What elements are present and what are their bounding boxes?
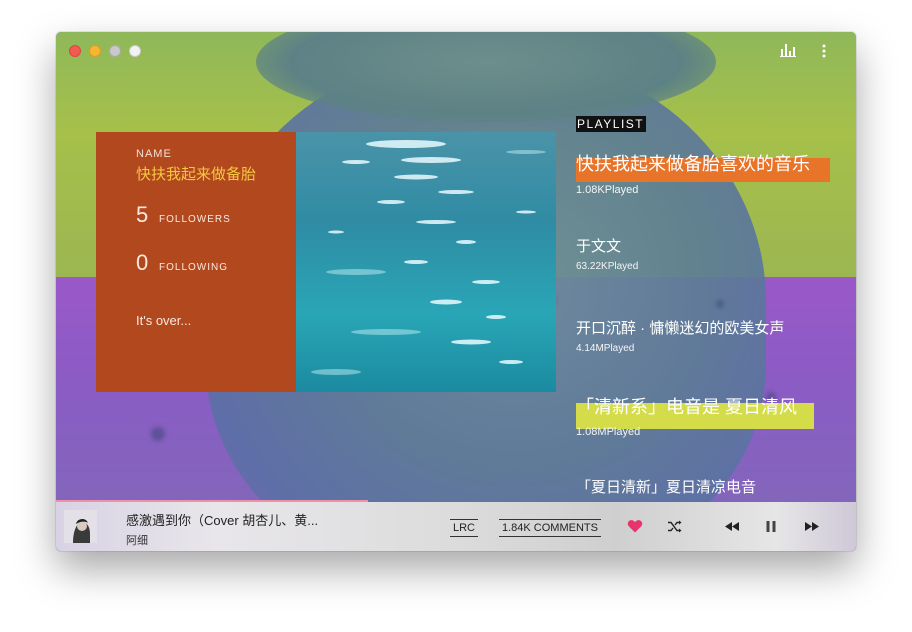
heart-icon[interactable] — [627, 519, 643, 533]
shuffle-icon[interactable] — [668, 520, 682, 533]
playlist-item[interactable]: 于文文 63.22KPlayed — [576, 235, 638, 272]
playlist-item[interactable]: 「清新系」电音是 夏日清风 1.08MPlayed — [576, 393, 814, 438]
fullscreen-button[interactable] — [129, 45, 141, 57]
following-label[interactable]: FOLLOWING — [159, 262, 228, 273]
equalizer-icon[interactable] — [780, 43, 796, 57]
player-bar: 感激遇到你（Cover 胡杏儿、黄... 阿细 LRC 1.84K COMMEN… — [56, 500, 856, 551]
following-count: 0 — [136, 250, 149, 275]
followers-label[interactable]: FOLLOWERS — [159, 214, 231, 225]
playlist-item[interactable]: 快扶我起来做备胎喜欢的音乐 1.08KPlayed — [576, 150, 830, 196]
pause-icon[interactable] — [766, 521, 776, 532]
minimize-button[interactable] — [89, 45, 101, 57]
playlist-item-title: 开口沉醉 · 慵懒迷幻的欧美女声 — [576, 320, 785, 337]
playlist-item-title: 于文文 — [576, 238, 622, 255]
playlist-item-plays: 63.22KPlayed — [576, 261, 639, 272]
playback-progress[interactable] — [56, 500, 368, 502]
playlist-item[interactable]: 「夏日清新」夏日清凉电音 — [576, 476, 756, 497]
playlist-item-plays: 1.08KPlayed — [576, 184, 639, 196]
zoom-button-disabled — [109, 45, 121, 57]
playlist-item-plays: 1.08MPlayed — [576, 426, 641, 438]
next-icon[interactable] — [805, 522, 819, 531]
playlist-item-plays: 4.14MPlayed — [576, 343, 635, 354]
name-label: NAME — [136, 148, 172, 160]
playlist-item-title: 「清新系」电音是 夏日清风 — [576, 397, 797, 417]
playlist-item-title: 「夏日清新」夏日清凉电音 — [576, 479, 757, 496]
more-vertical-icon[interactable] — [816, 43, 832, 59]
profile-name[interactable]: 快扶我起来做备胎 — [136, 163, 256, 184]
playlist-item-title: 快扶我起来做备胎喜欢的音乐 — [576, 154, 810, 174]
profile-signature: It's over... — [136, 313, 192, 328]
followers-count: 5 — [136, 202, 149, 227]
previous-icon[interactable] — [725, 522, 739, 531]
app-window: NAME 快扶我起来做备胎 5 FOLLOWERS 0 FOLLOWING It… — [56, 32, 856, 551]
playlist-item[interactable]: 开口沉醉 · 慵懒迷幻的欧美女声 4.14MPlayed — [576, 317, 785, 354]
close-button[interactable] — [69, 45, 81, 57]
playlist-header: PLAYLIST — [576, 116, 647, 132]
album-thumbnail[interactable] — [64, 510, 97, 543]
profile-card: NAME 快扶我起来做备胎 5 FOLLOWERS 0 FOLLOWING It… — [96, 132, 296, 392]
lrc-button[interactable]: LRC — [450, 519, 479, 537]
song-artist[interactable]: 阿细 — [126, 532, 148, 548]
profile-cover-image — [296, 132, 556, 392]
song-title[interactable]: 感激遇到你（Cover 胡杏儿、黄... — [126, 510, 318, 529]
comments-button[interactable]: 1.84K COMMENTS — [499, 519, 601, 537]
